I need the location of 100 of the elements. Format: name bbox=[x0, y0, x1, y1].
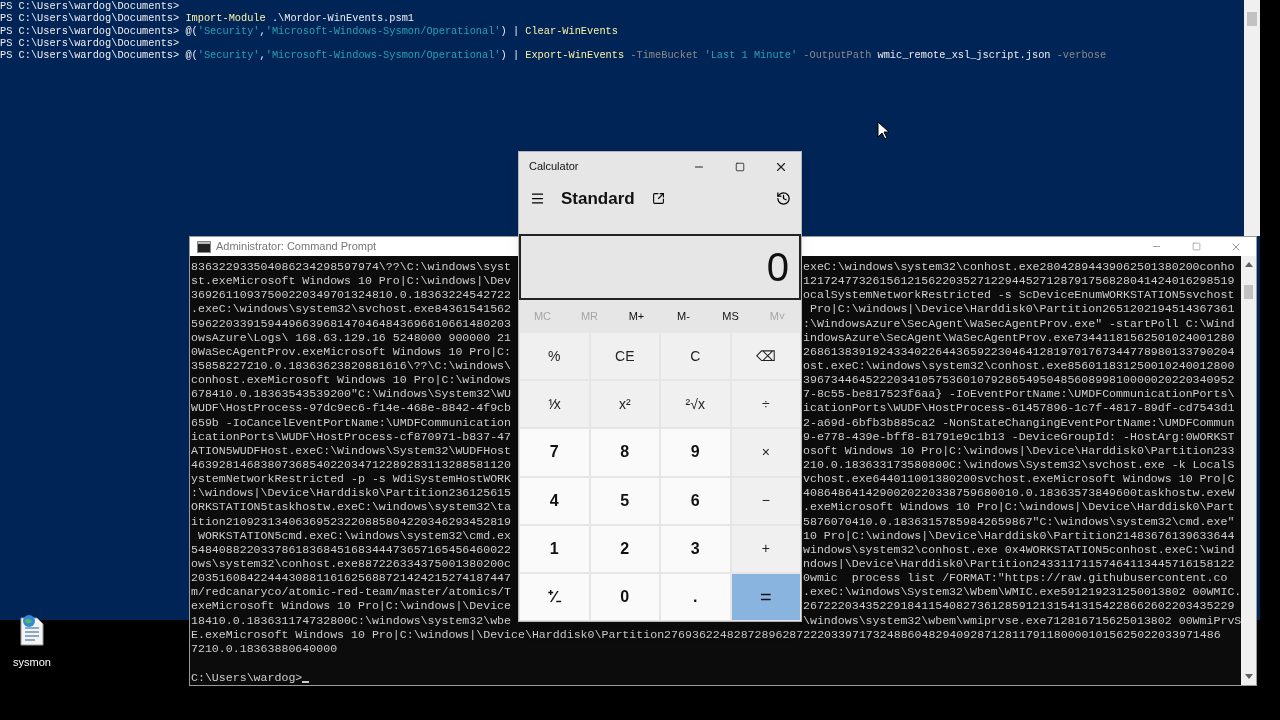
scroll-up-icon[interactable] bbox=[1244, 262, 1253, 267]
calculator-key[interactable]: ²√x bbox=[661, 381, 730, 428]
calculator-key[interactable]: ⅟x bbox=[520, 381, 589, 428]
calculator-key[interactable]: 7 bbox=[520, 429, 589, 476]
maximize-icon[interactable] bbox=[734, 161, 745, 172]
icon-label: sysmon bbox=[13, 655, 51, 670]
console-text: ystemNetworkRestricted -p -s WdiSystemHostWORK bbox=[191, 472, 512, 486]
scrollbar-thumb[interactable] bbox=[1244, 285, 1253, 299]
calculator-key[interactable]: % bbox=[520, 333, 589, 380]
console-text: ) | bbox=[500, 24, 521, 37]
console-text: icationPorts\WUDF\HostProcess-cf870971-b837-47 bbox=[191, 429, 512, 443]
memory-button[interactable]: M- bbox=[660, 300, 707, 333]
calculator-key[interactable]: − bbox=[731, 477, 800, 524]
console-text: indowsAzure\SecAgent\WaSecAgentProv.exe73441181562501024001280 bbox=[803, 330, 1235, 345]
console-text: 4086486414290020220338759680010.0.18363573849600taskhostw.exeW bbox=[803, 486, 1235, 501]
calculator-key[interactable]: 8 bbox=[590, 429, 659, 476]
console-text: owsAzure\Logs\ 168.63.129.16 5248000 900000 21 bbox=[191, 330, 512, 344]
console-prompt: C:\Users\wardog> bbox=[191, 671, 303, 685]
console-text: wmic_remote_xsl_jscript.json bbox=[876, 49, 1051, 62]
console-text: PS C:\Users\wardog\Documents> bbox=[0, 36, 180, 50]
console-text: 659b -IoCancelEventPortName:\UMDFCommunication bbox=[191, 415, 512, 429]
scroll-down-icon[interactable] bbox=[1244, 674, 1253, 679]
console-text: st.exeMicrosoft Windows 10 Pro|C:\windows|\Dev bbox=[191, 274, 512, 288]
console-text: 18410.0.183631174732800C:\windows\system32\wbe bbox=[191, 613, 512, 627]
console-text: 4639281468380736854022034712289283113288581120 bbox=[191, 457, 512, 471]
document-globe-icon[interactable] bbox=[17, 614, 47, 646]
console-text: ATION5WUDFHost.exeC:\Windows\System32\WUDFHost bbox=[191, 443, 512, 457]
calculator-key[interactable]: × bbox=[731, 429, 800, 476]
console-text: -TimeBucket bbox=[629, 49, 699, 62]
console-text: ition21092313406369523220885804220346293452819 bbox=[191, 514, 512, 528]
console-text: 'Security' bbox=[197, 49, 260, 62]
console-text: exeC:\windows\system32\conhost.exe28042894439062501380200conho bbox=[803, 260, 1235, 275]
calculator-key[interactable]: = bbox=[731, 573, 800, 620]
console-text: -verbose bbox=[1055, 49, 1107, 62]
console-text: 210.0.183633173580800C:\windows\System32\svchost.exe -k LocalS bbox=[803, 457, 1235, 473]
window-title: Administrator: Command Prompt bbox=[216, 239, 377, 255]
console-text: icationPorts\WUDF\HostProcess-61457896-1c7f-4817-89df-cd7543d1 bbox=[803, 401, 1235, 416]
console-text: Import-Module bbox=[185, 12, 266, 25]
console-text: ost.exeC:\windows\system32\conhost.exe856011831250010240012800 bbox=[803, 359, 1235, 374]
console-text: 'Microsoft-Windows-Sysmon/Operational' bbox=[265, 49, 501, 62]
console-text: 5962203391594496639681470464843696610661480203 bbox=[191, 316, 512, 330]
console-text: WORKSTATION5cmd.exeC:\windows\system32\cmd.ex bbox=[196, 528, 512, 542]
calculator-key[interactable]: 5 bbox=[590, 477, 659, 524]
console-text: ows\system32\conhost.exe887226334375001380200c bbox=[191, 556, 512, 570]
memory-button[interactable]: M+ bbox=[613, 300, 660, 333]
console-text: WUDF\HostProcess-97dc9ec6-f14e-468e-8842-4f9cb bbox=[191, 401, 512, 415]
calculator-key[interactable]: 0 bbox=[590, 573, 659, 620]
console-text: PS C:\Users\wardog\Documents> bbox=[0, 24, 181, 37]
mode-title: Standard bbox=[561, 187, 635, 210]
console-text: 7-8c55-be817523f6aa} -IoEventPortName:\UMDFCommunicationPorts\ bbox=[803, 387, 1235, 402]
console-text: ndows|\Device\Harddisk0\Partition24331171157464113445716158122 bbox=[803, 556, 1235, 572]
console-text: 5876070410.0.18363157859842659867"C:\windows\system32\cmd.exe" bbox=[803, 514, 1235, 529]
calculator-key[interactable]: ÷ bbox=[731, 381, 800, 428]
console-text: ORKSTATION5taskhostw.exeC:\windows\system32\ta bbox=[191, 500, 512, 514]
console-text: windows\system32\conhost.exe 0x4WORKSTATION5conhost.exeC:\wind bbox=[803, 542, 1235, 557]
console-text: 2-a69d-6bfb3b885ca2 -NonStateChangingEventPortName:\UMDFCommun bbox=[803, 415, 1235, 430]
console-text: :\WindowsAzure\SecAgent\WaSecAgentProv.exe" -startPoll C:\Wind bbox=[803, 316, 1235, 331]
console-text: 5484088220337861836845168344473657165456460022 bbox=[191, 542, 512, 556]
console-text: exeMicrosoft Windows 10 Pro|C:\windows|\Device bbox=[191, 599, 512, 613]
scrollbar[interactable] bbox=[1244, 0, 1260, 236]
console-text: , bbox=[259, 49, 266, 62]
console-text: 'Last 1 Minute' bbox=[703, 49, 798, 62]
console-text: conhost.exeMicrosoft Windows 10 Pro|C:\windows bbox=[191, 373, 512, 387]
calculator-key[interactable]: . bbox=[661, 573, 730, 620]
calculator-key[interactable]: x² bbox=[590, 381, 659, 428]
console-text: 7210.0.18363880640000 bbox=[191, 641, 338, 655]
calculator-key[interactable]: 6 bbox=[661, 477, 730, 524]
calculator-key[interactable]: 4 bbox=[520, 477, 589, 524]
calculator-key[interactable]: CE bbox=[590, 333, 659, 380]
console-text: , bbox=[259, 24, 266, 37]
mouse-cursor-icon bbox=[877, 121, 890, 140]
calculator-key[interactable]: 3 bbox=[661, 525, 730, 572]
calculator-key[interactable]: + bbox=[731, 525, 800, 572]
calculator-key[interactable]: 9 bbox=[661, 429, 730, 476]
console-text: 'Microsoft-Windows-Sysmon/Operational' bbox=[265, 24, 501, 37]
scrollbar-thumb[interactable] bbox=[1247, 12, 1257, 26]
calculator-key[interactable]: 1 bbox=[520, 525, 589, 572]
window-title: Calculator bbox=[529, 159, 579, 175]
console-text: -OutputPath bbox=[802, 49, 872, 62]
calculator-key[interactable]: 2 bbox=[590, 525, 659, 572]
calculator-key[interactable]: ⁺∕₋ bbox=[520, 573, 589, 620]
console-text: PS C:\Users\wardog\Documents> bbox=[0, 12, 181, 25]
console-text: 'Security' bbox=[197, 24, 260, 37]
console-text: 26861383919243340226443659223046412819701767344778980133790204 bbox=[803, 344, 1235, 359]
calculator-key[interactable]: ⌫ bbox=[731, 333, 800, 380]
console-text: osoft Windows 10 Pro|C:\windows|\Device\Harddisk0\Partition233 bbox=[803, 443, 1235, 458]
console-text: 10 Pro|C:\windows|\Device\Harddisk0\Partition21483676139633644 bbox=[803, 528, 1235, 543]
console-text: ) | bbox=[500, 49, 521, 62]
scrollbar[interactable] bbox=[1241, 256, 1256, 685]
display-value: 0 bbox=[766, 244, 789, 291]
memory-button[interactable]: MS bbox=[707, 300, 754, 333]
console-text: 12172477326156121562203527122944527128791756828041424016298519 bbox=[803, 274, 1235, 289]
text-cursor bbox=[302, 681, 310, 684]
calculator-key[interactable]: C bbox=[661, 333, 730, 380]
console-text: @( bbox=[185, 49, 198, 62]
console-text: 678410.0.18363543539200"C:\Windows\System32\WU bbox=[191, 387, 512, 401]
console-text: m/redcanaryco/atomic-red-team/master/atomics/T bbox=[191, 585, 512, 599]
console-icon bbox=[197, 240, 211, 253]
console-text: .exeC:\windows\System32\Wbem\WMIC.exe591219231250013802 00WMIC. bbox=[803, 585, 1241, 600]
console-text: .\Mordor-WinEvents.psm1 bbox=[270, 12, 415, 25]
